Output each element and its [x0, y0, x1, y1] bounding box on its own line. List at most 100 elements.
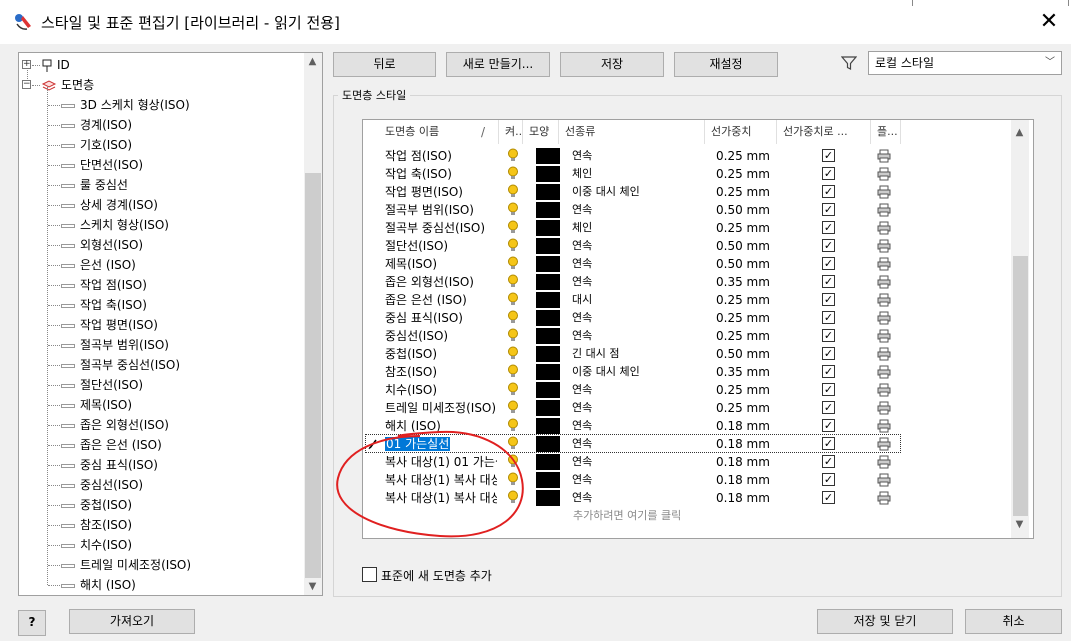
tree-layer-item[interactable]: 절단선(ISO) — [61, 375, 143, 395]
lineweight-cell[interactable]: 0.25 mm — [716, 183, 776, 201]
layer-name-cell[interactable]: 트레일 미세조정(ISO) — [385, 399, 497, 417]
lineweight-cell[interactable]: 0.18 mm — [716, 489, 776, 507]
scale-by-weight-checkbox[interactable]: ✓ — [822, 149, 835, 162]
linetype-cell[interactable]: 연속 — [572, 237, 702, 255]
tree-layer-item[interactable]: 단면선(ISO) — [61, 155, 143, 175]
lightbulb-icon[interactable] — [507, 490, 519, 505]
tree-expander[interactable]: + — [22, 60, 31, 69]
lightbulb-icon[interactable] — [507, 220, 519, 235]
printer-icon[interactable] — [877, 491, 891, 505]
scale-by-weight-checkbox[interactable]: ✓ — [822, 437, 835, 450]
lightbulb-icon[interactable] — [507, 256, 519, 271]
save-button[interactable]: 저장 — [560, 52, 664, 77]
tree-scrollbar[interactable]: ▲ ▼ — [304, 53, 322, 595]
tree-root-item[interactable]: 도면층 — [41, 75, 94, 95]
scale-by-weight-checkbox[interactable]: ✓ — [822, 311, 835, 324]
lineweight-cell[interactable]: 0.50 mm — [716, 237, 776, 255]
lineweight-cell[interactable]: 0.18 mm — [716, 435, 776, 453]
tree-layer-item[interactable]: 트레일 미세조정(ISO) — [61, 555, 191, 575]
printer-icon[interactable] — [877, 419, 891, 433]
lightbulb-icon[interactable] — [507, 166, 519, 181]
layer-grid[interactable]: 도면층 이름 켜.. 모양 선종류 선가중치 선가중치로 ... 플... / 작업 점(IS… — [362, 119, 1034, 539]
tree-layer-item[interactable]: 외형선(ISO) — [61, 235, 143, 255]
layer-name-cell[interactable]: 제목(ISO) — [385, 255, 497, 273]
cancel-button[interactable]: 취소 — [965, 609, 1062, 634]
scale-by-weight-checkbox[interactable]: ✓ — [822, 419, 835, 432]
linetype-cell[interactable]: 연속 — [572, 255, 702, 273]
tree-layer-item[interactable]: 스케치 형상(ISO) — [61, 215, 169, 235]
linetype-cell[interactable]: 대시 — [572, 291, 702, 309]
lightbulb-icon[interactable] — [507, 472, 519, 487]
printer-icon[interactable] — [877, 329, 891, 343]
layer-name-cell[interactable]: 해치 (ISO) — [385, 417, 497, 435]
linetype-cell[interactable]: 연속 — [572, 381, 702, 399]
scroll-down-icon[interactable]: ▼ — [1011, 516, 1028, 533]
col-lineweight[interactable]: 선가중치 — [705, 120, 777, 144]
linetype-cell[interactable]: 연속 — [572, 453, 702, 471]
grid-scroll-thumb[interactable] — [1013, 256, 1028, 516]
lightbulb-icon[interactable] — [507, 202, 519, 217]
new-style-button[interactable]: 새로 만들기... — [446, 52, 550, 77]
scale-by-weight-checkbox[interactable]: ✓ — [822, 347, 835, 360]
color-swatch[interactable] — [536, 490, 560, 506]
color-swatch[interactable] — [536, 382, 560, 398]
layer-name-cell[interactable]: 복사 대상(1) 01 가는실 — [385, 453, 497, 471]
lineweight-cell[interactable]: 0.25 mm — [716, 165, 776, 183]
style-filter-dropdown[interactable]: 로컬 스타일 ﹀ — [868, 51, 1062, 75]
layer-name-cell[interactable]: 절단선(ISO) — [385, 237, 497, 255]
layer-name-cell[interactable]: 중심 표식(ISO) — [385, 309, 497, 327]
lineweight-cell[interactable]: 0.35 mm — [716, 273, 776, 291]
layer-name-cell[interactable]: 절곡부 중심선(ISO) — [385, 219, 497, 237]
linetype-cell[interactable]: 이중 대시 체인 — [572, 363, 702, 381]
tree-layer-item[interactable]: 중심선(ISO) — [61, 475, 143, 495]
layer-name-cell[interactable]: 01 가는실선 — [385, 435, 497, 453]
printer-icon[interactable] — [877, 437, 891, 451]
lightbulb-icon[interactable] — [507, 328, 519, 343]
tree-scroll-thumb[interactable] — [305, 173, 321, 578]
layer-name-cell[interactable]: 복사 대상(1) 복사 대상 — [385, 471, 497, 489]
scale-by-weight-checkbox[interactable]: ✓ — [822, 329, 835, 342]
tree-layer-item[interactable]: 은선 (ISO) — [61, 255, 136, 275]
lightbulb-icon[interactable] — [507, 454, 519, 469]
filter-funnel-icon[interactable] — [841, 55, 857, 71]
tree-layer-item[interactable]: 좁은 외형선(ISO) — [61, 415, 169, 435]
tree-layer-item[interactable]: 작업 점(ISO) — [61, 275, 147, 295]
tree-root-item[interactable]: ID — [41, 55, 70, 75]
add-row-prompt[interactable]: 추가하려면 여기를 클릭 — [573, 507, 681, 525]
tree-layer-item[interactable]: 좁은 은선 (ISO) — [61, 435, 162, 455]
layer-name-cell[interactable]: 복사 대상(1) 복사 대상 — [385, 489, 497, 507]
lineweight-cell[interactable]: 0.25 mm — [716, 399, 776, 417]
lightbulb-icon[interactable] — [507, 400, 519, 415]
layer-name-cell[interactable]: 치수(ISO) — [385, 381, 497, 399]
tree-layer-item[interactable]: 중심 표식(ISO) — [61, 455, 158, 475]
lightbulb-icon[interactable] — [507, 364, 519, 379]
printer-icon[interactable] — [877, 203, 891, 217]
help-button[interactable]: ? — [18, 610, 46, 636]
tree-layer-item[interactable]: 참조(ISO) — [61, 515, 132, 535]
layer-name-cell[interactable]: 절곡부 범위(ISO) — [385, 201, 497, 219]
layer-name-cell[interactable]: 참조(ISO) — [385, 363, 497, 381]
tree-layer-item[interactable]: 치수(ISO) — [61, 535, 132, 555]
linetype-cell[interactable]: 긴 대시 점 — [572, 345, 702, 363]
linetype-cell[interactable]: 연속 — [572, 147, 702, 165]
lightbulb-icon[interactable] — [507, 274, 519, 289]
lineweight-cell[interactable]: 0.25 mm — [716, 309, 776, 327]
color-swatch[interactable] — [536, 418, 560, 434]
layer-name-cell[interactable]: 중첩(ISO) — [385, 345, 497, 363]
linetype-cell[interactable]: 연속 — [572, 273, 702, 291]
tree-layer-item[interactable]: 기호(ISO) — [61, 135, 132, 155]
linetype-cell[interactable]: 체인 — [572, 219, 702, 237]
color-swatch[interactable] — [536, 328, 560, 344]
lineweight-cell[interactable]: 0.25 mm — [716, 327, 776, 345]
tree-layer-item[interactable]: 작업 평면(ISO) — [61, 315, 158, 335]
tree-layer-item[interactable]: 경계(ISO) — [61, 115, 132, 135]
printer-icon[interactable] — [877, 257, 891, 271]
tree-layer-item[interactable]: 룰 중심선 — [61, 175, 128, 195]
close-button[interactable]: ✕ — [1035, 8, 1063, 36]
lineweight-cell[interactable]: 0.25 mm — [716, 147, 776, 165]
lightbulb-icon[interactable] — [507, 346, 519, 361]
linetype-cell[interactable]: 연속 — [572, 489, 702, 507]
tree-layer-item[interactable]: 절곡부 범위(ISO) — [61, 335, 169, 355]
grid-scrollbar[interactable]: ▲ ▼ — [1011, 120, 1029, 538]
tree-layer-item[interactable]: 해치 (ISO) — [61, 575, 136, 595]
